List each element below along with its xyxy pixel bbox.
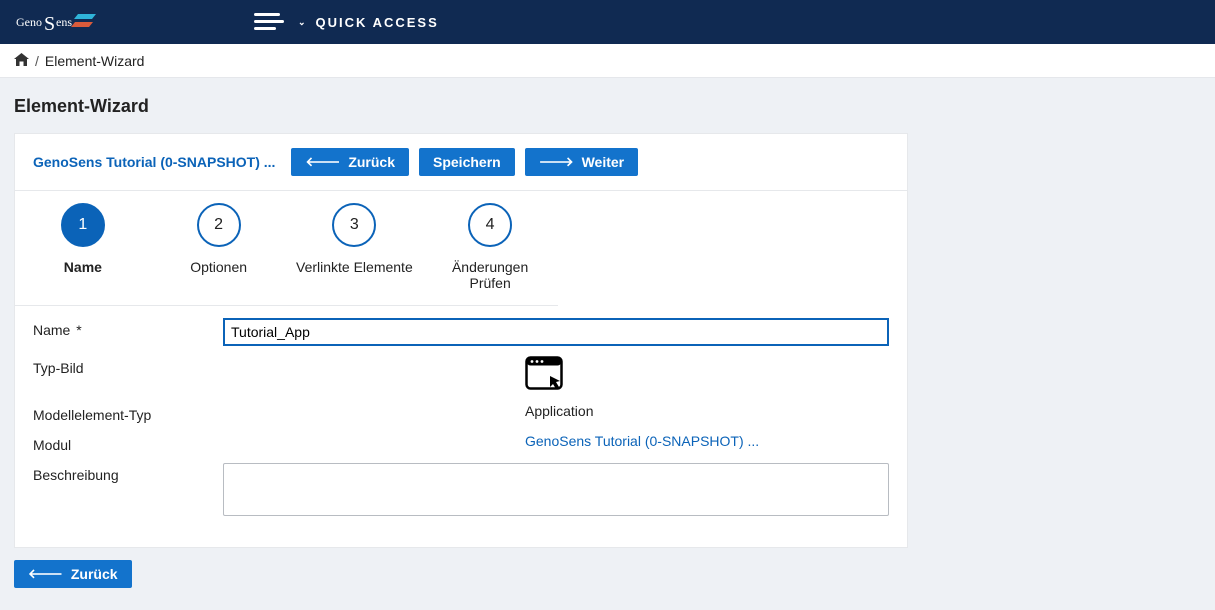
step-label: Optionen	[190, 259, 247, 275]
step-circle: 1	[61, 203, 105, 247]
required-mark: *	[76, 322, 81, 338]
description-label: Beschreibung	[33, 463, 223, 483]
svg-text:Geno: Geno	[16, 15, 42, 29]
step-review-changes[interactable]: 4 Änderungen Prüfen	[422, 191, 558, 305]
page-title: Element-Wizard	[14, 96, 1201, 117]
bottom-back-button-label: Zurück	[71, 566, 118, 582]
panel-header: GenoSens Tutorial (0-SNAPSHOT) ... 🡐 Zur…	[15, 134, 907, 191]
form-area: Name * Typ-Bild	[15, 306, 907, 547]
wizard-panel: GenoSens Tutorial (0-SNAPSHOT) ... 🡐 Zur…	[14, 133, 908, 548]
form-row-modeltype: Modellelement-Typ Application	[33, 403, 889, 423]
step-label: Name	[64, 259, 102, 275]
application-window-icon	[525, 377, 563, 393]
quick-access-label: QUICK ACCESS	[316, 15, 439, 30]
modul-link[interactable]: GenoSens Tutorial (0-SNAPSHOT) ...	[525, 433, 759, 449]
name-input[interactable]	[223, 318, 889, 346]
back-button[interactable]: 🡐 Zurück	[291, 148, 409, 176]
modul-label: Modul	[33, 433, 525, 453]
arrow-left-icon: 🡐	[28, 566, 63, 582]
bottom-back-button[interactable]: 🡐 Zurück	[14, 560, 132, 588]
svg-text:S: S	[44, 13, 55, 33]
step-circle: 2	[197, 203, 241, 247]
step-name[interactable]: 1 Name	[15, 191, 151, 305]
form-row-modul: Modul GenoSens Tutorial (0-SNAPSHOT) ...	[33, 433, 889, 453]
name-label: Name *	[33, 318, 223, 338]
description-textarea[interactable]	[223, 463, 889, 516]
step-label: Änderungen Prüfen	[430, 259, 550, 291]
hamburger-menu-icon[interactable]	[254, 11, 284, 33]
top-bar: Geno S ens ⌄ QUICK ACCESS	[0, 0, 1215, 44]
chevron-down-icon: ⌄	[298, 17, 308, 28]
app-logo[interactable]: Geno S ens	[16, 11, 104, 33]
step-options[interactable]: 2 Optionen	[151, 191, 287, 305]
svg-text:ens: ens	[56, 15, 72, 29]
back-button-label: Zurück	[348, 154, 395, 170]
form-row-typbild: Typ-Bild	[33, 356, 889, 393]
save-button[interactable]: Speichern	[419, 148, 515, 176]
modeltype-value: Application	[525, 403, 889, 419]
breadcrumb: / Element-Wizard	[0, 44, 1215, 78]
step-circle: 3	[332, 203, 376, 247]
quick-access-dropdown[interactable]: ⌄ QUICK ACCESS	[298, 15, 439, 30]
typbild-label: Typ-Bild	[33, 356, 525, 376]
step-linked-elements[interactable]: 3 Verlinkte Elemente	[287, 191, 423, 305]
save-button-label: Speichern	[433, 154, 501, 170]
module-link[interactable]: GenoSens Tutorial (0-SNAPSHOT) ...	[33, 154, 275, 170]
step-label: Verlinkte Elemente	[296, 259, 413, 275]
bottom-actions: 🡐 Zurück	[14, 560, 1201, 588]
next-button[interactable]: 🡒 Weiter	[525, 148, 638, 176]
form-row-name: Name *	[33, 318, 889, 346]
step-circle: 4	[468, 203, 512, 247]
form-row-description: Beschreibung	[33, 463, 889, 519]
breadcrumb-current: Element-Wizard	[45, 53, 145, 69]
modeltype-label: Modellelement-Typ	[33, 403, 525, 423]
steps-bar: 1 Name 2 Optionen 3 Verlinkte Elemente 4…	[15, 191, 558, 306]
arrow-left-icon: 🡐	[305, 154, 340, 170]
arrow-right-icon: 🡒	[539, 154, 574, 170]
home-icon[interactable]	[14, 53, 29, 69]
breadcrumb-separator: /	[35, 53, 39, 69]
content-area: Element-Wizard GenoSens Tutorial (0-SNAP…	[0, 78, 1215, 610]
next-button-label: Weiter	[582, 154, 625, 170]
